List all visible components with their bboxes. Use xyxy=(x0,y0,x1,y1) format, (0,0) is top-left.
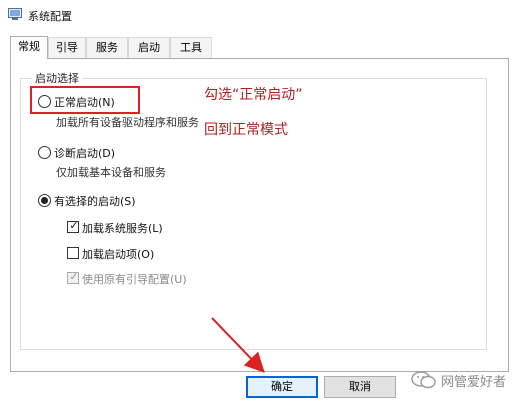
load-system-services-label[interactable]: 加载系统服务(L) xyxy=(82,220,163,236)
cancel-button[interactable]: 取消 xyxy=(324,376,396,398)
load-startup-items-checkbox[interactable] xyxy=(67,247,79,259)
load-startup-items-label[interactable]: 加载启动项(O) xyxy=(82,246,154,262)
ok-button-label: 确定 xyxy=(271,380,293,393)
diagnostic-startup-description: 仅加载基本设备和服务 xyxy=(56,166,166,179)
tab-tools[interactable]: 工具 xyxy=(170,37,212,58)
selective-startup-radio[interactable] xyxy=(38,194,51,207)
tab-label: 启动 xyxy=(138,41,160,54)
window-title: 系统配置 xyxy=(28,10,72,23)
wechat-icon xyxy=(411,371,436,389)
startup-selection-title: 启动选择 xyxy=(32,70,82,86)
load-system-services-checkbox[interactable]: ✓ xyxy=(67,219,79,233)
tab-label: 工具 xyxy=(180,41,202,54)
tab-general[interactable]: 常规 xyxy=(10,36,48,59)
tab-services[interactable]: 服务 xyxy=(86,37,128,58)
tab-boot[interactable]: 引导 xyxy=(48,37,86,58)
cancel-button-label: 取消 xyxy=(349,380,371,393)
use-original-boot-config-checkbox: ✓ xyxy=(67,270,79,284)
tab-label: 常规 xyxy=(18,40,40,53)
tab-label: 引导 xyxy=(56,41,78,54)
checkmark-icon: ✓ xyxy=(69,219,79,232)
selective-startup-label[interactable]: 有选择的启动(S) xyxy=(54,193,136,209)
system-config-icon xyxy=(8,8,22,20)
highlight-box xyxy=(30,86,140,114)
normal-startup-description: 加载所有设备驱动程序和服务 xyxy=(56,116,199,129)
annotation-line-1: 勾选“正常启动” xyxy=(204,87,303,103)
title-bar: 系统配置 xyxy=(0,0,523,30)
checkmark-icon: ✓ xyxy=(69,270,79,283)
annotation-line-2: 回到正常模式 xyxy=(204,122,288,138)
watermark-text: 网管爱好者 xyxy=(441,375,507,390)
tab-label: 服务 xyxy=(96,41,118,54)
diagnostic-startup-radio[interactable] xyxy=(38,146,51,159)
diagnostic-startup-label[interactable]: 诊断启动(D) xyxy=(54,145,115,161)
ok-button[interactable]: 确定 xyxy=(246,376,318,398)
use-original-boot-config-label: 使用原有引导配置(U) xyxy=(82,273,187,286)
tab-startup[interactable]: 启动 xyxy=(128,37,170,58)
